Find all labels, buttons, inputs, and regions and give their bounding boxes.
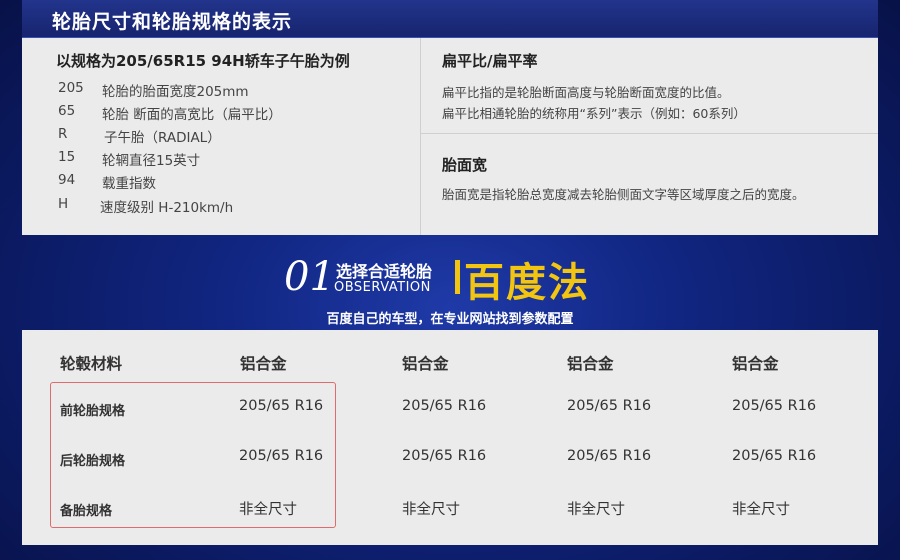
spec-code: 205 [58,80,84,96]
table-cell: 205/65 R16 [732,398,817,414]
spec-desc: 轮辋直径15英寸 [102,153,201,169]
column-divider [420,38,421,235]
table-cell: 205/65 R16 [567,448,652,464]
table-header-cell: 轮毂材料 [60,355,123,373]
tread-width-title: 胎面宽 [442,156,488,174]
spec-desc: 子午胎（RADIAL） [104,130,221,146]
table-cell: 205/65 R16 [402,398,487,414]
method-banner: 01 选择合适轮胎 OBSERVATION 百度法 百度自己的车型，在专业网站找… [0,248,900,328]
tire-spec-info-panel: 以规格为205/65R15 94H轿车子午胎为例 205 轮胎的胎面宽度205m… [22,38,878,235]
section-divider [421,133,878,134]
step-title-cn: 选择合适轮胎 [336,262,433,281]
spec-desc: 速度级别 H-210km/h [100,200,234,216]
method-highlight: 百度法 [464,260,590,306]
table-cell: 非全尺寸 [732,502,790,518]
spec-desc: 轮胎的胎面宽度205mm [102,84,249,100]
spec-code: R [58,126,68,142]
accent-bar [455,260,460,294]
table-header-cell: 铝合金 [567,355,614,373]
table-cell: 非全尺寸 [567,502,625,518]
table-cell: 205/65 R16 [732,448,817,464]
table-header-cell: 铝合金 [732,355,779,373]
section-title-bar: 轮胎尺寸和轮胎规格的表示 [22,0,878,38]
table-header-cell: 铝合金 [240,355,287,373]
spec-code: H [58,196,69,212]
aspect-ratio-text: 扁平比指的是轮胎断面高度与轮胎断面宽度的比值。 [442,85,730,100]
spec-desc: 轮胎 断面的高宽比（扁平比） [102,107,282,123]
aspect-ratio-title: 扁平比/扁平率 [442,52,538,70]
example-column: 以规格为205/65R15 94H轿车子午胎为例 205 轮胎的胎面宽度205m… [22,38,420,235]
spec-table-panel: 轮毂材料 铝合金 铝合金 铝合金 铝合金 前轮胎规格 205/65 R16 20… [22,330,878,545]
step-title-en: OBSERVATION [334,280,431,295]
tread-width-text: 胎面宽是指轮胎总宽度减去轮胎侧面文字等区域厚度之后的宽度。 [442,187,805,202]
spec-desc: 载重指数 [102,176,156,192]
section-title: 轮胎尺寸和轮胎规格的表示 [52,11,293,33]
spec-code: 65 [58,103,76,119]
spec-code: 94 [58,172,76,188]
table-header-cell: 铝合金 [402,355,449,373]
spec-code: 15 [58,149,76,165]
aspect-ratio-text: 扁平比相通轮胎的统称用“系列”表示（例如：60系列） [442,106,746,121]
table-cell: 205/65 R16 [567,398,652,414]
highlight-box [50,382,336,528]
table-cell: 205/65 R16 [402,448,487,464]
table-cell: 非全尺寸 [402,502,460,518]
step-number: 01 [284,254,335,300]
example-title: 以规格为205/65R15 94H轿车子午胎为例 [56,52,350,70]
banner-subtitle: 百度自己的车型，在专业网站找到参数配置 [326,312,574,327]
